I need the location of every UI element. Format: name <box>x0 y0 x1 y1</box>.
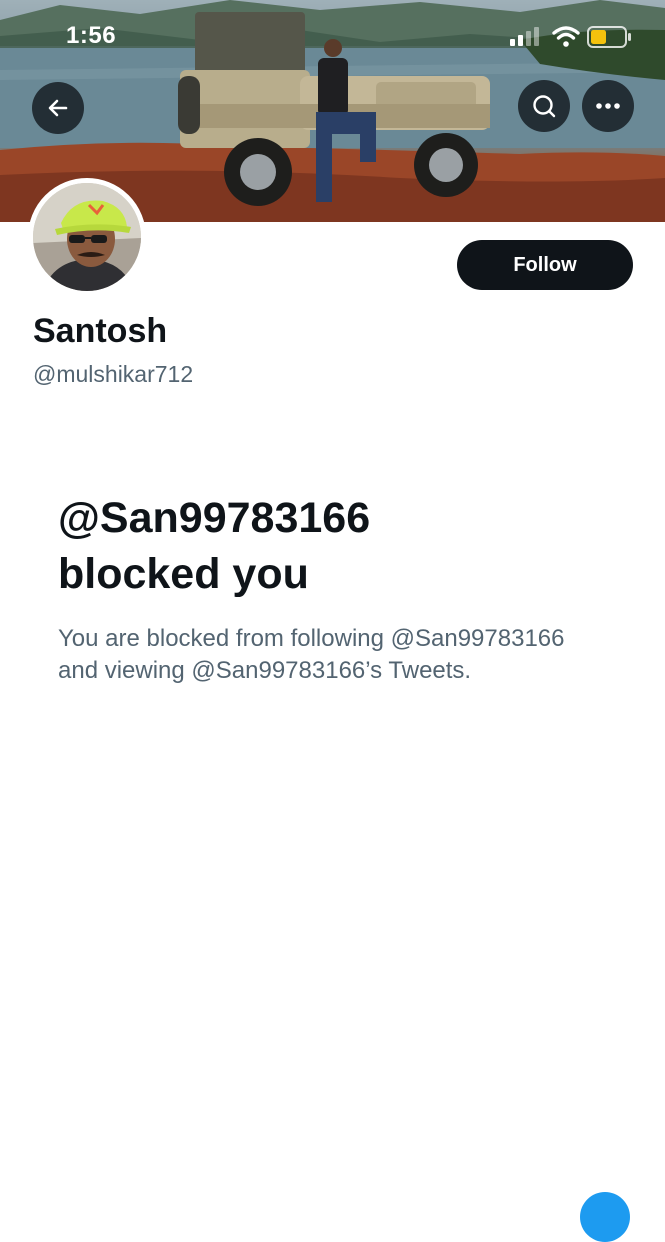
back-arrow-icon <box>48 99 68 117</box>
battery-icon <box>587 26 631 48</box>
blocked-description: You are blocked from following @San99783… <box>58 623 638 687</box>
wifi-icon <box>552 26 580 47</box>
search-icon <box>533 95 556 118</box>
blocked-description-line-2: and viewing @San99783166’s Tweets. <box>58 657 472 684</box>
avatar-photo <box>33 183 141 291</box>
blocked-description-line-1: You are blocked from following @San99783… <box>58 625 565 652</box>
blocked-title-text: blocked you <box>58 550 309 598</box>
search-button[interactable] <box>518 80 570 132</box>
blocked-title: @San99783166 blocked you <box>58 490 618 602</box>
back-button[interactable] <box>32 82 84 134</box>
profile-handle: @mulshikar712 <box>33 361 194 387</box>
status-icons <box>510 26 631 48</box>
more-options-button[interactable] <box>582 80 634 132</box>
cellular-signal-icon <box>510 27 539 46</box>
blocked-title-handle: @San99783166 <box>58 494 371 542</box>
follow-button[interactable]: Follow <box>457 240 633 290</box>
more-icon <box>596 103 620 109</box>
profile-avatar[interactable] <box>28 178 146 296</box>
profile-display-name: Santosh <box>33 312 168 350</box>
status-time: 1:56 <box>66 22 117 49</box>
